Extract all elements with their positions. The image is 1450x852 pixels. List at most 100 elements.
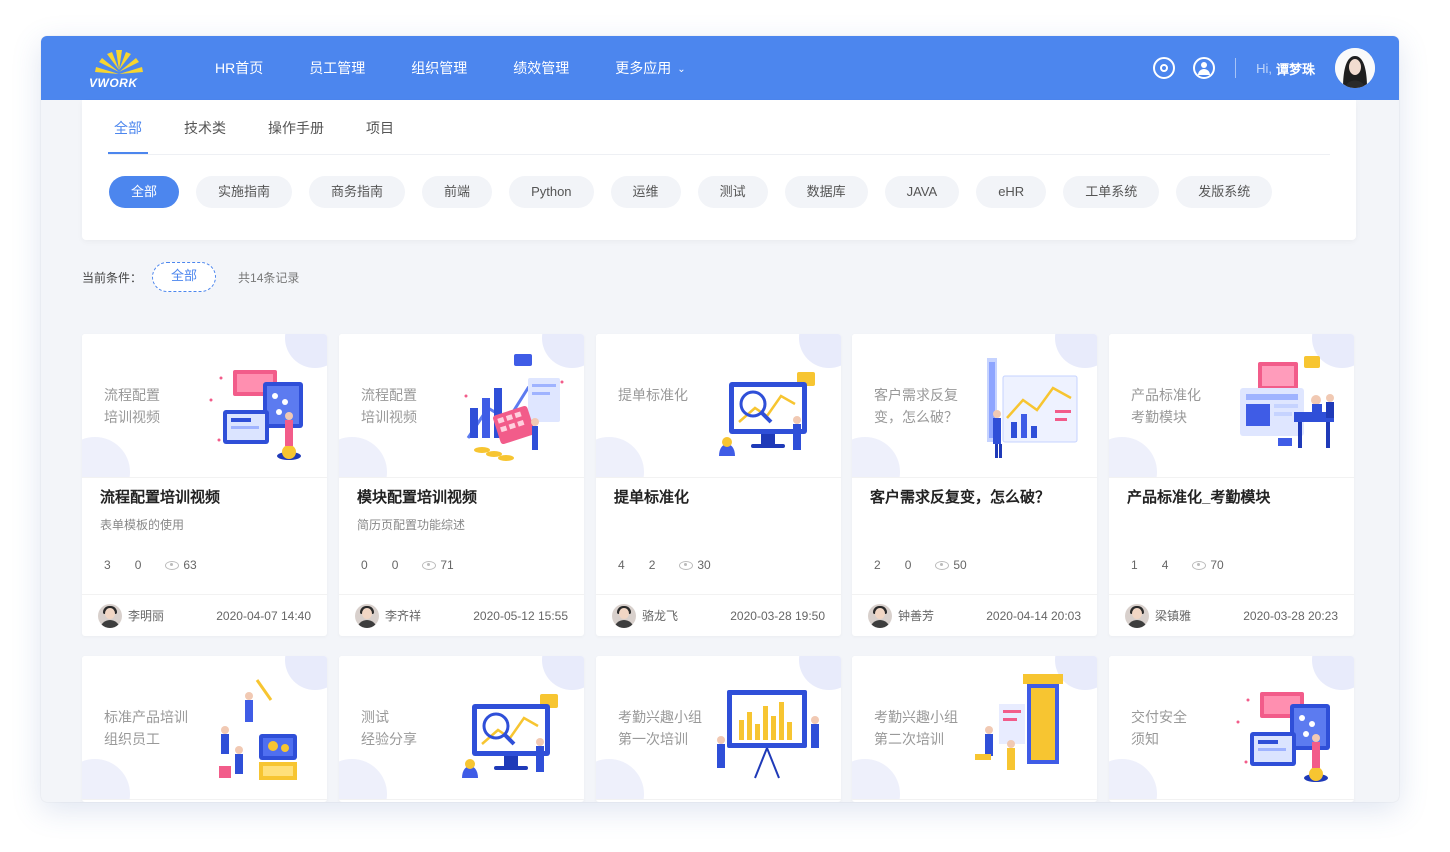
card-subtitle [870, 516, 1079, 532]
decor-shape [596, 437, 644, 477]
view-count-value: 63 [183, 558, 197, 572]
author-name[interactable]: 骆龙飞 [642, 607, 730, 624]
author-avatar[interactable] [612, 603, 636, 628]
knowledge-card[interactable]: 客户需求反复 变，怎么破？ 客户需求反复变，怎么破？ 2 0 50 钟善芳 202… [852, 334, 1097, 636]
card-banner[interactable]: 流程配置 培训视频 [339, 334, 584, 478]
decor-shape [596, 759, 644, 799]
app-window: VWORK HR首页 员工管理 组织管理 绩效管理 更多应用 ⌄ Hi, 谭梦珠 [41, 36, 1399, 802]
banner-text-line: 流程配置 [104, 387, 160, 403]
card-title[interactable]: 提单标准化 [614, 486, 823, 510]
card-title[interactable]: 产品标准化_考勤模块 [1127, 486, 1336, 510]
nav-performance-management[interactable]: 绩效管理 [513, 36, 569, 100]
chip-python[interactable]: Python [509, 176, 594, 208]
chip-implementation-guide[interactable]: 实施指南 [196, 176, 293, 208]
tab-manual[interactable]: 操作手册 [262, 100, 330, 152]
user-icon[interactable] [1193, 57, 1216, 79]
nav-hr-home[interactable]: HR首页 [215, 36, 263, 100]
author-name[interactable]: 钟善芳 [898, 607, 986, 624]
chip-ticket-system[interactable]: 工单系统 [1063, 176, 1160, 208]
username[interactable]: 谭梦珠 [1276, 59, 1315, 78]
nav-employee-management[interactable]: 员工管理 [309, 36, 365, 100]
tab-project[interactable]: 项目 [360, 100, 400, 152]
chip-ehr[interactable]: eHR [976, 176, 1047, 208]
user-avatar[interactable] [1335, 48, 1375, 88]
banner-text-line: 测试 [361, 709, 389, 725]
decor-shape [82, 759, 130, 799]
eye-icon [935, 560, 950, 570]
card-banner[interactable]: 考勤兴趣小组 第一次培训 [596, 656, 841, 800]
chip-testing[interactable]: 测试 [697, 176, 768, 208]
filter-panel: 全部 技术类 操作手册 项目 全部 实施指南 商务指南 前端 Python 运维… [82, 100, 1356, 240]
view-count-value: 50 [953, 558, 967, 572]
card-banner[interactable]: 考勤兴趣小组 第二次培训 [852, 656, 1097, 800]
banner-text: 标准产品培训 组织员工 [104, 706, 204, 750]
view-count: 70 [1192, 558, 1224, 572]
nav-label: 员工管理 [309, 60, 366, 76]
banner-text-line: 第一次培训 [618, 731, 688, 747]
card-banner[interactable]: 交付安全 须知 [1109, 656, 1354, 800]
author-avatar[interactable] [868, 603, 892, 628]
chip-business-guide[interactable]: 商务指南 [309, 176, 406, 208]
banner-text: 流程配置 培训视频 [361, 384, 461, 428]
comment-count: 0 [391, 558, 399, 572]
chip-ops[interactable]: 运维 [610, 176, 681, 208]
decor-shape [852, 437, 900, 477]
nav-label: 组织管理 [411, 60, 468, 76]
settings-icon[interactable] [1153, 57, 1176, 79]
card-banner[interactable]: 产品标准化 考勤模块 [1109, 334, 1354, 478]
card-title[interactable]: 客户需求反复变，怎么破？ [870, 486, 1079, 510]
knowledge-card[interactable]: 考勤兴趣小组 第一次培训 [596, 656, 841, 802]
chip-database[interactable]: 数据库 [784, 176, 868, 208]
card-banner[interactable]: 客户需求反复 变，怎么破？ [852, 334, 1097, 478]
author-name[interactable]: 李明丽 [128, 607, 216, 624]
card-title[interactable]: 流程配置培训视频 [100, 486, 309, 510]
chip-java[interactable]: JAVA [884, 176, 960, 208]
author-name[interactable]: 梁镇雅 [1155, 607, 1243, 624]
nav-org-management[interactable]: 组织管理 [411, 36, 467, 100]
author-avatar[interactable] [1125, 603, 1149, 628]
nav-label: 绩效管理 [513, 60, 570, 76]
divider [1235, 58, 1237, 78]
card-body: 客户需求反复变，怎么破？ 2 0 50 [852, 478, 1097, 594]
knowledge-card[interactable]: 流程配置 培训视频 流程配置培训视频 表单模板的使用 3 0 63 李明丽 202… [82, 334, 327, 636]
knowledge-card[interactable]: 交付安全 须知 [1109, 656, 1354, 802]
card-banner[interactable]: 提单标准化 [596, 334, 841, 478]
monitor-search-illustration-icon [462, 694, 558, 778]
banner-text: 客户需求反复 变，怎么破？ [874, 384, 974, 428]
banner-text: 考勤兴趣小组 第一次培训 [618, 706, 718, 750]
card-banner[interactable]: 流程配置 培训视频 [82, 334, 327, 478]
banner-text: 考勤兴趣小组 第二次培训 [874, 706, 974, 750]
knowledge-card[interactable]: 提单标准化 提单标准化 4 2 30 骆龙飞 2020-03-28 19:50 [596, 334, 841, 636]
author-avatar[interactable] [355, 603, 379, 628]
card-banner[interactable]: 标准产品培训 组织员工 [82, 656, 327, 800]
knowledge-card[interactable]: 考勤兴趣小组 第二次培训 [852, 656, 1097, 802]
banner-text-line: 培训视频 [104, 409, 160, 425]
banner-text: 测试 经验分享 [361, 706, 461, 750]
card-banner[interactable]: 测试 经验分享 [339, 656, 584, 800]
knowledge-card[interactable]: 标准产品培训 组织员工 [82, 656, 327, 802]
current-conditions: 当前条件： 全部 共14条记录 [82, 262, 299, 292]
knowledge-card[interactable]: 测试 经验分享 [339, 656, 584, 802]
card-title[interactable]: 模块配置培训视频 [357, 486, 566, 510]
team-gear-illustration-icon [219, 679, 297, 780]
knowledge-card[interactable]: 流程配置 培训视频 模块配置培训视频 简历页配置功能综述 0 0 71 李齐祥 2… [339, 334, 584, 636]
chip-release-system[interactable]: 发版系统 [1176, 176, 1273, 208]
nav-more-apps[interactable]: 更多应用 ⌄ [615, 36, 685, 100]
chip-all[interactable]: 全部 [109, 176, 180, 208]
banner-text-line: 提单标准化 [618, 387, 688, 403]
door-illustration-icon [975, 674, 1063, 770]
author-avatar[interactable] [98, 603, 122, 628]
condition-chip[interactable]: 全部 [152, 262, 217, 292]
tag-chips: 全部 实施指南 商务指南 前端 Python 运维 测试 数据库 JAVA eH… [109, 176, 1289, 208]
tabs-divider [108, 154, 1330, 155]
dashboard-phone-illustration-icon [209, 370, 303, 460]
view-count-value: 30 [697, 558, 711, 572]
author-name[interactable]: 李齐祥 [385, 607, 473, 624]
tab-technical[interactable]: 技术类 [178, 100, 232, 152]
banner-text-line: 变，怎么破？ [874, 409, 958, 425]
chip-frontend[interactable]: 前端 [422, 176, 493, 208]
conditions-label: 当前条件： [82, 270, 143, 285]
tab-all[interactable]: 全部 [108, 100, 148, 154]
knowledge-card[interactable]: 产品标准化 考勤模块 产品标准化_考勤模块 1 4 70 梁镇雅 2020-03-… [1109, 334, 1354, 636]
view-count: 50 [935, 558, 967, 572]
